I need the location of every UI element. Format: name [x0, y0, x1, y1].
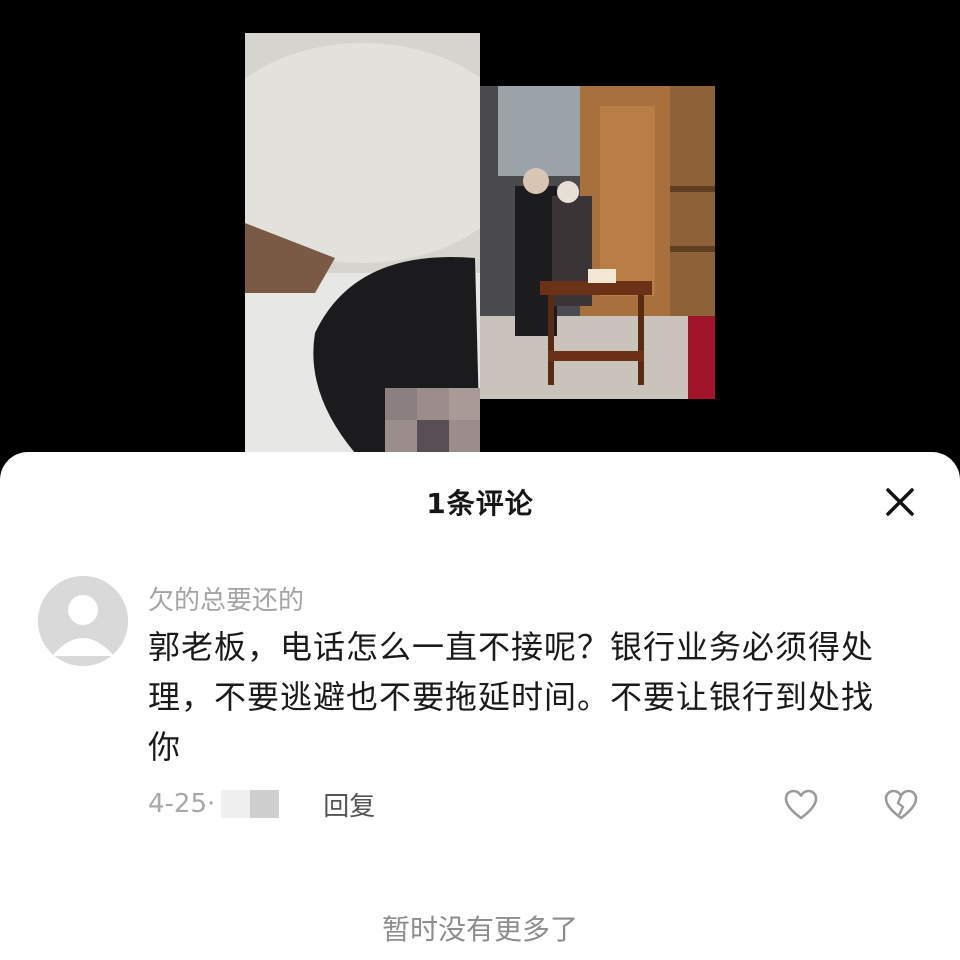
room-photo-image: [480, 86, 715, 399]
comment-count-title: 1条评论: [426, 487, 534, 520]
heart-icon: [784, 789, 818, 820]
dislike-button[interactable]: [884, 788, 918, 822]
redacted-location: [221, 790, 280, 818]
close-icon: [886, 488, 914, 516]
commenter-username[interactable]: 欠的总要还的: [148, 580, 304, 617]
close-button[interactable]: [880, 482, 920, 522]
post-photo-right[interactable]: [480, 86, 715, 399]
commenter-avatar[interactable]: [38, 576, 128, 666]
no-more-comments-text: 暂时没有更多了: [381, 913, 578, 946]
like-button[interactable]: [784, 788, 818, 822]
selfie-photo-image: [245, 33, 480, 453]
comment-text: 郭老板，电话怎么一直不接呢？银行业务必须得处理，不要逃避也不要拖延时间。不要让银…: [148, 628, 875, 766]
post-photo-left[interactable]: [245, 33, 480, 453]
comment-date: 4-25: [148, 789, 208, 819]
broken-heart-icon: [884, 789, 918, 820]
default-avatar-icon: [38, 576, 128, 666]
reply-button[interactable]: 回复: [323, 786, 375, 823]
meta-separator: ·: [207, 789, 216, 819]
comment-sheet: 1条评论 欠的总要还的 郭老板，电话怎么一直不接呢？银行业务必须得处理，不要逃避…: [0, 452, 960, 960]
comment-meta: 4-25 · 回复: [148, 786, 375, 823]
